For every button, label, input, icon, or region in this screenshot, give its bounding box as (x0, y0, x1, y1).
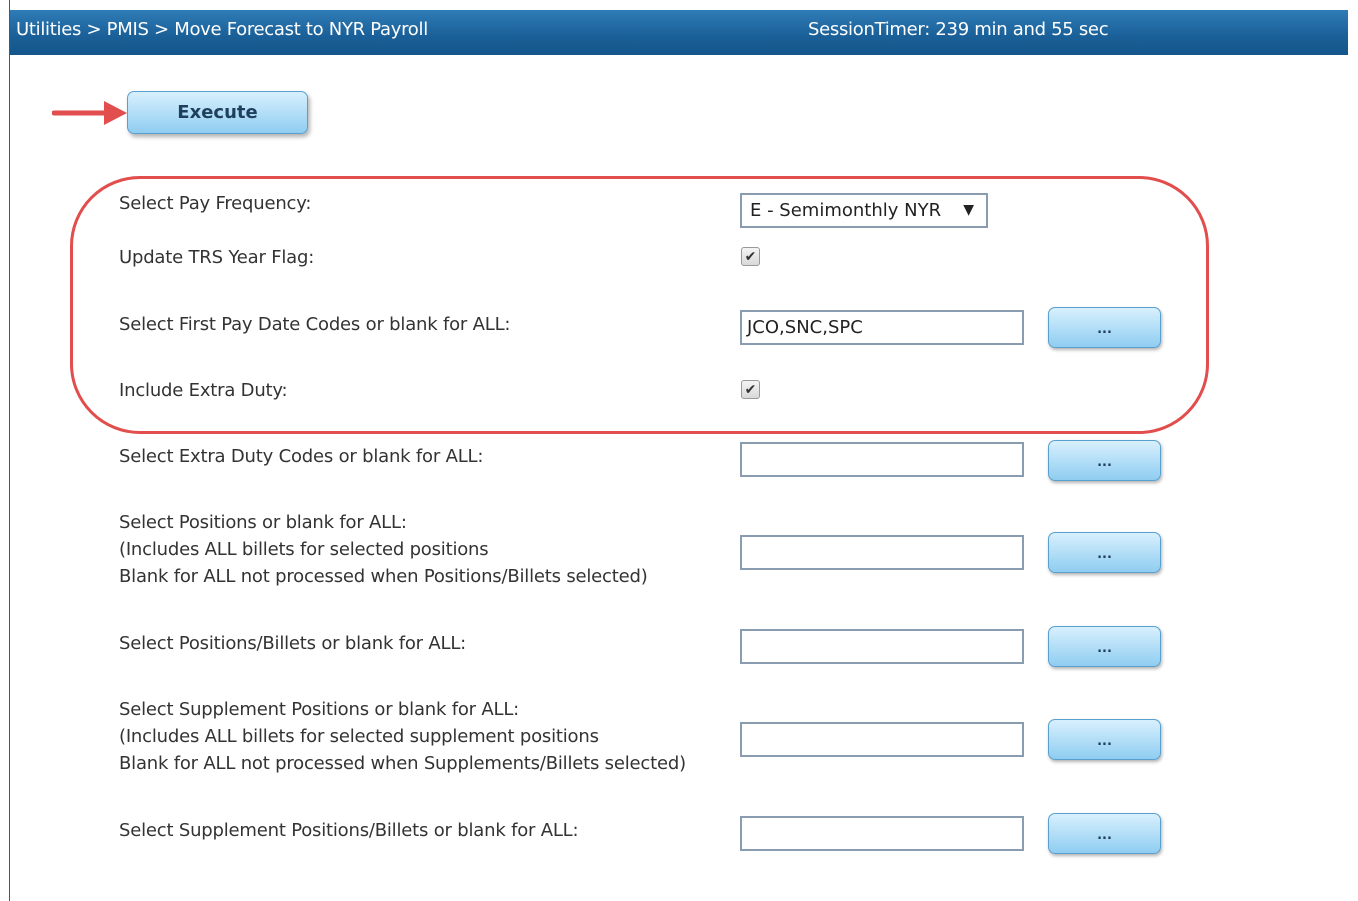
session-timer: SessionTimer: 239 min and 55 sec (808, 19, 1109, 40)
positions-label-line: Select Positions or blank for ALL: (119, 512, 407, 533)
title-bar: Utilities > PMIS > Move Forecast to NYR … (10, 10, 1348, 55)
include-extra-duty-label: Include Extra Duty: (119, 380, 288, 401)
positions-label-line: (Includes ALL billets for selected posit… (119, 539, 489, 560)
checkmark-icon: ✔ (744, 249, 757, 265)
supplement-positions-lookup-button[interactable]: ... (1048, 719, 1161, 760)
pay-frequency-value: E - Semimonthly NYR (750, 200, 942, 221)
supplement-positions-label: Select Supplement Positions or blank for… (119, 696, 686, 777)
first-pay-date-codes-lookup-button[interactable]: ... (1048, 307, 1161, 348)
positions-input[interactable] (740, 535, 1024, 570)
supplement-positions-label-line: Select Supplement Positions or blank for… (119, 699, 520, 720)
supplement-billets-input[interactable] (740, 816, 1024, 851)
positions-billets-input[interactable] (740, 629, 1024, 664)
positions-billets-label: Select Positions/Billets or blank for AL… (119, 633, 467, 654)
update-trs-label: Update TRS Year Flag: (119, 247, 315, 268)
supplement-positions-label-line: (Includes ALL billets for selected suppl… (119, 726, 599, 747)
supplement-billets-label: Select Supplement Positions/Billets or b… (119, 820, 579, 841)
checkmark-icon: ✔ (744, 382, 757, 398)
supplement-positions-label-line: Blank for ALL not processed when Supplem… (119, 753, 686, 774)
pay-frequency-select[interactable]: E - Semimonthly NYR ▼ (740, 193, 988, 228)
callout-arrow-icon (52, 101, 127, 125)
positions-label: Select Positions or blank for ALL: (Incl… (119, 509, 648, 590)
positions-label-line: Blank for ALL not processed when Positio… (119, 566, 648, 587)
dropdown-caret-icon: ▼ (963, 202, 974, 218)
supplement-positions-input[interactable] (740, 722, 1024, 757)
execute-button[interactable]: Execute (127, 91, 308, 134)
extra-duty-codes-lookup-button[interactable]: ... (1048, 440, 1161, 481)
positions-lookup-button[interactable]: ... (1048, 532, 1161, 573)
extra-duty-codes-label: Select Extra Duty Codes or blank for ALL… (119, 446, 484, 467)
include-extra-duty-checkbox[interactable]: ✔ (741, 380, 760, 399)
supplement-billets-lookup-button[interactable]: ... (1048, 813, 1161, 854)
first-pay-date-codes-input[interactable]: JCO,SNC,SPC (740, 310, 1024, 345)
pay-frequency-label: Select Pay Frequency: (119, 193, 312, 214)
breadcrumb: Utilities > PMIS > Move Forecast to NYR … (16, 19, 428, 40)
window-border (9, 0, 10, 901)
update-trs-checkbox[interactable]: ✔ (741, 247, 760, 266)
positions-billets-lookup-button[interactable]: ... (1048, 626, 1161, 667)
first-pay-date-codes-label: Select First Pay Date Codes or blank for… (119, 314, 511, 335)
extra-duty-codes-input[interactable] (740, 442, 1024, 477)
